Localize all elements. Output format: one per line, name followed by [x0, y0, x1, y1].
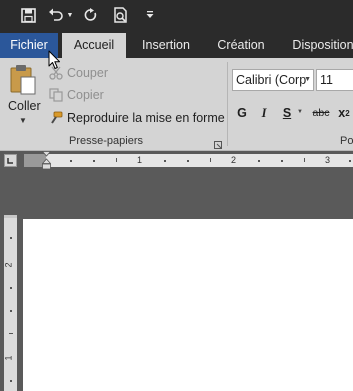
tab-accueil[interactable]: Accueil: [62, 33, 126, 58]
bold-button[interactable]: G: [236, 103, 248, 123]
horizontal-ruler[interactable]: 1 2 3: [24, 151, 353, 170]
tab-disposition[interactable]: Disposition: [285, 33, 353, 58]
horizontal-ruler-bar: 1 2 3: [0, 151, 353, 170]
mouse-pointer-icon: [48, 50, 61, 73]
underline-button[interactable]: S: [281, 103, 293, 123]
copy-button[interactable]: Copier: [48, 86, 104, 104]
italic-button[interactable]: I: [258, 103, 270, 123]
customize-qat-icon[interactable]: [144, 4, 156, 26]
tab-creation[interactable]: Création: [209, 33, 273, 58]
print-preview-icon[interactable]: [110, 4, 132, 26]
save-icon[interactable]: [17, 4, 39, 26]
group-separator: [227, 62, 228, 146]
dialog-launcher-icon[interactable]: [214, 138, 222, 152]
vertical-ruler[interactable]: 2 1: [4, 215, 17, 391]
font-size-select[interactable]: 11: [316, 69, 353, 91]
vertical-ruler-number: 1: [3, 355, 14, 361]
paste-dropdown-icon[interactable]: ▼: [19, 116, 27, 125]
format-painter-label: Reproduire la mise en forme: [67, 111, 225, 125]
underline-dropdown-icon[interactable]: ▼: [297, 109, 303, 115]
ruler-number: 2: [231, 155, 237, 165]
clipboard-group-label: Presse-papiers: [69, 135, 143, 147]
copy-label: Copier: [67, 88, 104, 102]
copy-icon: [48, 87, 64, 103]
document-page[interactable]: [23, 219, 353, 391]
tab-selector[interactable]: [4, 154, 17, 167]
redo-icon[interactable]: [82, 4, 100, 26]
strikethrough-button[interactable]: abc: [311, 103, 331, 123]
chevron-down-icon: ▼: [304, 76, 311, 83]
ruler-number: 1: [137, 155, 143, 165]
format-painter-button[interactable]: Reproduire la mise en forme: [48, 109, 225, 127]
cut-label: Couper: [67, 66, 108, 80]
subscript-button[interactable]: x2: [337, 103, 351, 123]
paste-button[interactable]: Coller: [8, 99, 41, 113]
tab-insertion[interactable]: Insertion: [132, 33, 200, 58]
paste-icon[interactable]: [9, 64, 37, 99]
ruler-number: 3: [325, 155, 331, 165]
undo-dropdown-icon[interactable]: ▼: [66, 4, 74, 26]
font-group-label: Po: [340, 135, 353, 147]
format-painter-icon: [48, 110, 64, 126]
vertical-ruler-number: 2: [3, 262, 14, 268]
undo-icon[interactable]: [46, 4, 66, 26]
indent-marker-icon[interactable]: [41, 151, 52, 173]
font-name-select[interactable]: Calibri (Corp ▼: [232, 69, 314, 91]
quick-access-toolbar: ▼: [0, 0, 353, 33]
